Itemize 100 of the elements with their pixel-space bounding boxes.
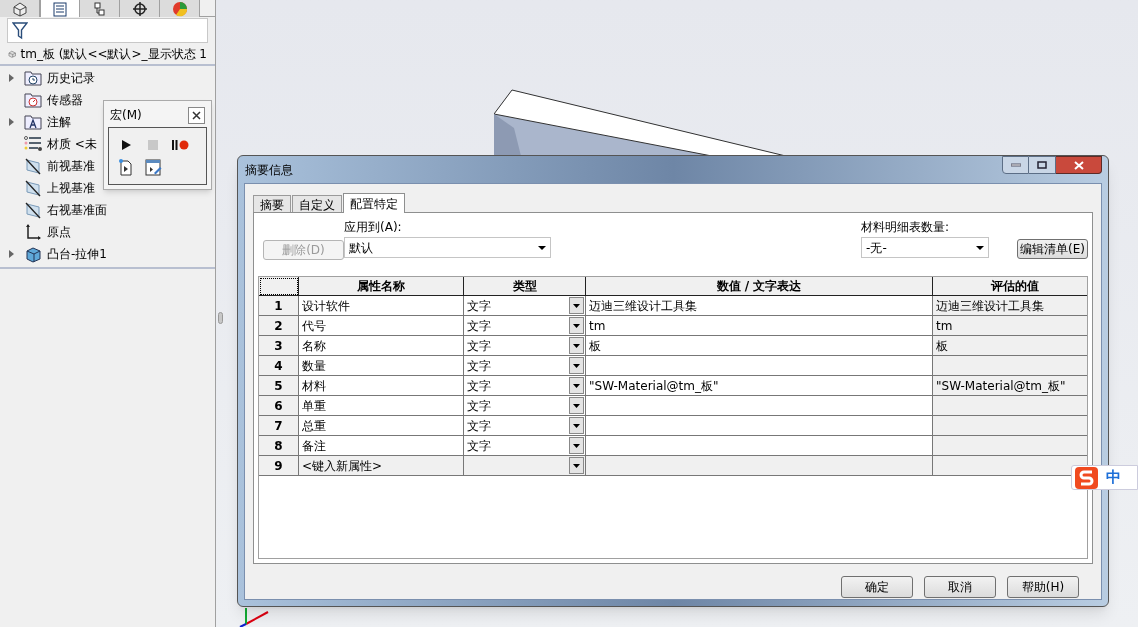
column-header[interactable]: 评估的值 xyxy=(933,277,1087,296)
apply-to-dropdown[interactable]: 默认 xyxy=(344,237,552,258)
close-button[interactable] xyxy=(1056,156,1102,174)
close-icon xyxy=(192,110,201,120)
type-dropdown[interactable]: 文字 xyxy=(464,316,586,336)
dialog-tab[interactable]: 摘要 xyxy=(253,195,291,212)
tree-item[interactable]: 材质 <未 xyxy=(47,135,97,153)
row-number: 2 xyxy=(259,316,299,336)
plane-icon xyxy=(24,201,42,219)
bom-quantity-dropdown[interactable]: -无- xyxy=(861,237,990,258)
history-folder-icon xyxy=(24,69,42,87)
maximize-icon xyxy=(1037,161,1047,169)
table-cell[interactable]: 数量 xyxy=(299,356,464,376)
edit-document-icon xyxy=(144,158,162,176)
expand-arrow-icon[interactable] xyxy=(9,118,15,126)
table-cell[interactable]: tm xyxy=(586,316,933,336)
table-cell[interactable] xyxy=(586,456,933,476)
column-header[interactable]: 属性名称 xyxy=(299,277,464,296)
type-dropdown[interactable]: 文字 xyxy=(464,296,586,316)
caret-icon xyxy=(573,403,580,408)
row-number: 4 xyxy=(259,356,299,376)
minimize-icon xyxy=(1010,163,1021,167)
column-header[interactable]: 数值 / 文字表达 xyxy=(586,277,933,296)
crosshair-icon xyxy=(130,0,149,17)
tree-item[interactable]: 前视基准 xyxy=(47,157,95,175)
tree-item[interactable]: 传感器 xyxy=(47,91,83,109)
type-dropdown[interactable]: 文字 xyxy=(464,436,586,456)
caret-icon xyxy=(976,245,985,250)
row-number: 1 xyxy=(259,296,299,316)
part-name[interactable]: tm_板 (默认<<默认>_显示状态 1 xyxy=(20,45,207,63)
type-dropdown[interactable]: 文字 xyxy=(464,356,586,376)
toolbar-title: 宏(M) xyxy=(110,107,142,124)
tree-item[interactable]: 历史记录 xyxy=(47,69,95,87)
filter-field[interactable] xyxy=(7,18,208,43)
table-cell: 板 xyxy=(933,336,1087,356)
type-dropdown[interactable]: 文字 xyxy=(464,336,586,356)
caret-icon xyxy=(573,423,580,428)
edit-list-button[interactable]: 编辑清单(E) xyxy=(1017,239,1088,259)
table-cell[interactable] xyxy=(586,416,933,436)
table-cell[interactable]: <键入新属性> xyxy=(299,456,464,476)
table-cell: "SW-Material@tm_板" xyxy=(933,376,1087,396)
new-document-button[interactable] xyxy=(117,158,135,176)
row-number: 9 xyxy=(259,456,299,476)
expand-arrow-icon[interactable] xyxy=(9,250,15,258)
material-icon xyxy=(24,135,42,153)
tree-item[interactable]: 原点 xyxy=(47,223,71,241)
row-number: 6 xyxy=(259,396,299,416)
row-number: 7 xyxy=(259,416,299,436)
table-cell[interactable]: 备注 xyxy=(299,436,464,456)
table-cell[interactable] xyxy=(586,436,933,456)
table-cell[interactable]: 材料 xyxy=(299,376,464,396)
ime-toolbar[interactable]: 中 xyxy=(1071,465,1138,490)
table-cell[interactable]: 代号 xyxy=(299,316,464,336)
table-cell[interactable]: 板 xyxy=(586,336,933,356)
tree-item[interactable]: 注解 xyxy=(47,113,71,131)
plane-icon xyxy=(24,157,42,175)
tree-item[interactable]: 凸台-拉伸1 xyxy=(47,245,107,263)
caret-icon xyxy=(573,443,580,448)
table-cell[interactable] xyxy=(586,396,933,416)
new-document-icon xyxy=(117,158,135,176)
row-number: 3 xyxy=(259,336,299,356)
dialog-button[interactable]: 取消 xyxy=(924,576,996,598)
origin-icon xyxy=(24,223,42,241)
table-cell[interactable] xyxy=(586,356,933,376)
minimize-button[interactable] xyxy=(1002,156,1029,174)
maximize-button[interactable] xyxy=(1029,156,1056,174)
table-cell[interactable]: "SW-Material@tm_板" xyxy=(586,376,933,396)
type-dropdown[interactable]: 文字 xyxy=(464,376,586,396)
table-cell[interactable]: 设计软件 xyxy=(299,296,464,316)
filter-icon[interactable] xyxy=(12,21,28,40)
column-header[interactable]: 类型 xyxy=(464,277,586,296)
type-dropdown[interactable] xyxy=(464,456,586,476)
panel-tab[interactable] xyxy=(120,0,160,17)
row-number: 5 xyxy=(259,376,299,396)
tree-item[interactable]: 右视基准面 xyxy=(47,201,107,219)
input-mode-label[interactable]: 中 xyxy=(1106,466,1121,489)
splitter-handle[interactable] xyxy=(218,312,223,324)
table-cell[interactable]: 名称 xyxy=(299,336,464,356)
dialog-button[interactable]: 帮助(H) xyxy=(1007,576,1079,598)
dialog-tab[interactable]: 自定义 xyxy=(292,195,342,212)
expand-arrow-icon[interactable] xyxy=(9,74,15,82)
type-dropdown[interactable]: 文字 xyxy=(464,416,586,436)
table-cell[interactable]: 单重 xyxy=(299,396,464,416)
corner-header[interactable] xyxy=(259,277,299,296)
tree-item[interactable]: 上视基准 xyxy=(47,179,95,197)
dialog-tab[interactable]: 配置特定 xyxy=(343,193,405,213)
caret-icon xyxy=(573,383,580,388)
dialog-button[interactable]: 确定 xyxy=(841,576,913,598)
type-dropdown[interactable]: 文字 xyxy=(464,396,586,416)
list-icon xyxy=(51,0,69,17)
close-button[interactable] xyxy=(188,106,205,124)
caret-icon xyxy=(573,303,580,308)
table-cell[interactable]: 迈迪三维设计工具集 xyxy=(586,296,933,316)
caret-icon xyxy=(538,245,547,250)
plane-icon xyxy=(24,179,42,197)
edit-document-button[interactable] xyxy=(144,158,162,176)
table-cell[interactable]: 总重 xyxy=(299,416,464,436)
field-label: 材料明细表数量: xyxy=(861,219,951,236)
caret-icon xyxy=(573,343,580,348)
window-title: 摘要信息 xyxy=(244,161,293,179)
